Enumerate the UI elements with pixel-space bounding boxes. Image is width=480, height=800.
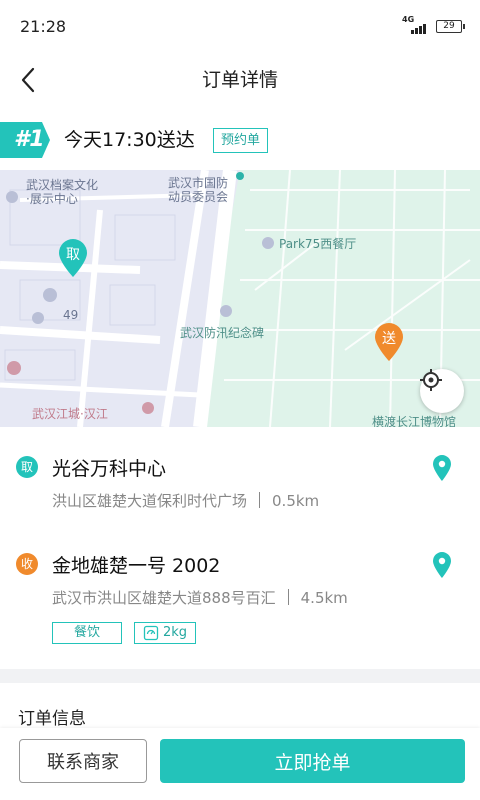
status-icons: 4G 29	[402, 15, 465, 34]
location-pin-icon	[433, 455, 451, 481]
map-background	[0, 170, 480, 427]
delivery-address: 武汉市洪山区雄楚大道888号百汇	[52, 589, 276, 607]
order-summary: #1 今天17:30送达 预约单	[0, 118, 480, 162]
status-time: 21:28	[20, 16, 67, 36]
delivery-name: 金地雄楚一号 2002	[52, 555, 221, 577]
order-number: #1	[0, 122, 50, 158]
weight-tag: 2kg	[134, 622, 197, 644]
contact-merchant-button[interactable]: 联系商家	[19, 739, 147, 783]
battery-icon: 29	[436, 19, 465, 33]
map-label-monument: 武汉防汛纪念碑	[180, 326, 265, 340]
pickup-distance: 0.5km	[272, 492, 320, 510]
map-label-archive: 武汉档案文化 ·展示中心	[26, 178, 99, 206]
delivery-badge: 收	[16, 553, 38, 575]
network-type: 4G	[402, 15, 415, 24]
reservation-badge: 预约单	[213, 128, 269, 153]
crosshair-icon	[420, 369, 442, 391]
scale-icon	[143, 625, 159, 641]
map-label-jianghan: 武汉江城·汉江	[32, 407, 108, 421]
map-label-museum: 横渡长江博物馆	[372, 415, 457, 427]
map-label-defense: 武汉市国防 动员委员会	[168, 176, 229, 204]
pickup-address: 洪山区雄楚大道保利时代广场	[52, 492, 248, 510]
status-bar: 21:28 4G 29	[0, 0, 480, 52]
section-divider	[0, 669, 480, 683]
signal-icon: 4G	[402, 15, 426, 34]
delivery-location-button[interactable]	[430, 551, 454, 579]
order-info-title: 订单信息	[18, 709, 86, 729]
weight-text: 2kg	[163, 625, 188, 640]
pickup-name: 光谷万科中心	[52, 458, 167, 480]
map-label-restaurant: Park75西餐厅	[279, 237, 357, 251]
pickup-map-marker[interactable]: 取	[57, 238, 89, 278]
nav-header: 订单详情	[0, 52, 480, 108]
grab-order-button[interactable]: 立即抢单	[160, 739, 465, 783]
bottom-action-bar: 联系商家 立即抢单	[0, 728, 480, 800]
delivery-time: 今天17:30送达	[64, 129, 195, 151]
delivery-section: 收 金地雄楚一号 2002 武汉市洪山区雄楚大道888号百汇 4.5km	[0, 537, 480, 617]
location-pin-icon	[433, 552, 451, 578]
pickup-location-button[interactable]	[430, 454, 454, 482]
locate-button[interactable]	[420, 369, 464, 413]
order-tags: 餐饮 2kg	[52, 622, 197, 644]
delivery-marker-text: 送	[382, 331, 396, 347]
delivery-distance: 4.5km	[300, 589, 348, 607]
page-title: 订单详情	[201, 69, 278, 91]
pickup-marker-text: 取	[66, 247, 80, 263]
pickup-detail: 洪山区雄楚大道保利时代广场 0.5km	[52, 490, 319, 511]
route-map[interactable]: 武汉档案文化 ·展示中心 武汉市国防 动员委员会 Park75西餐厅 武汉防汛纪…	[0, 170, 480, 427]
category-tag: 餐饮	[52, 622, 122, 644]
delivery-detail: 武汉市洪山区雄楚大道888号百汇 4.5km	[52, 587, 348, 608]
map-label-49: 49	[63, 308, 79, 322]
delivery-map-marker[interactable]: 送	[373, 322, 405, 362]
pickup-badge: 取	[16, 456, 38, 478]
pickup-section: 取 光谷万科中心 洪山区雄楚大道保利时代广场 0.5km	[0, 440, 480, 530]
